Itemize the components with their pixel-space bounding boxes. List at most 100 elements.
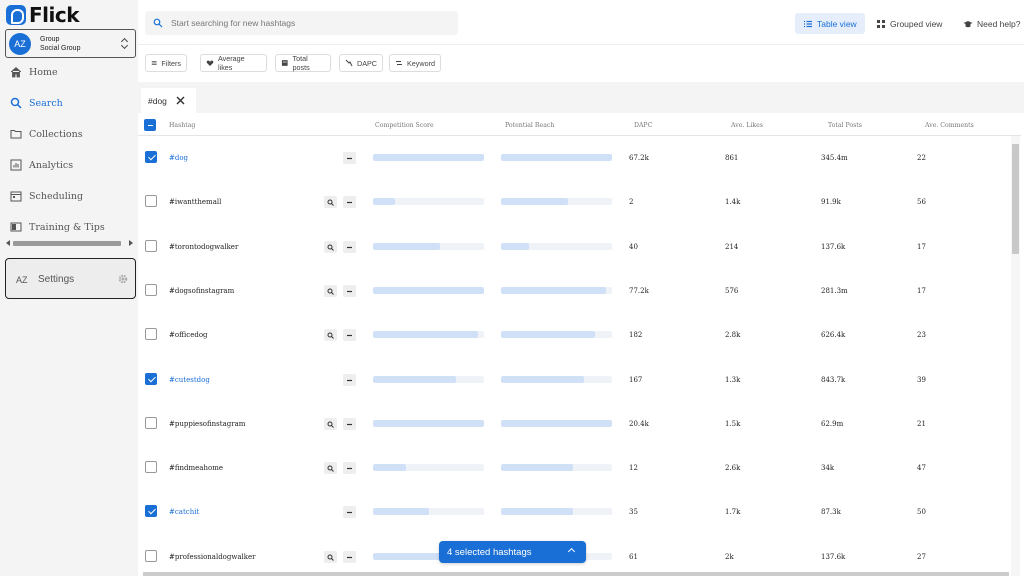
nav-collections[interactable]: Collections <box>0 122 138 146</box>
dapc-filter[interactable]: DAPC <box>339 54 383 72</box>
group-name: Social Group <box>40 44 81 52</box>
need-help-button[interactable]: Need help? <box>963 13 1020 34</box>
row-checkbox[interactable] <box>145 416 157 429</box>
nav-analytics[interactable]: Analytics <box>0 153 138 177</box>
table-row[interactable]: #officedog 182 2.8k 626.4k 23 <box>138 313 1011 357</box>
table-header: Hashtag Competition Score Potential Reac… <box>138 115 1021 136</box>
row-search-button[interactable] <box>324 329 337 342</box>
filter-label: Total posts <box>292 54 310 72</box>
hashtag-cell[interactable]: #dog <box>169 154 188 162</box>
selected-hashtags-button[interactable]: 4 selected hashtags <box>439 541 586 563</box>
row-checkbox[interactable] <box>145 461 157 474</box>
logo[interactable]: Flick <box>6 3 80 27</box>
col-competition-score[interactable]: Competition Score <box>375 122 434 129</box>
table-row[interactable]: #torontodogwalker 40 214 137.6k 17 <box>138 225 1011 269</box>
competition-score-bar-fill <box>373 331 479 339</box>
hashtag-cell[interactable]: #cutestdog <box>169 376 210 384</box>
hashtag-cell[interactable]: #findmeahome <box>169 464 223 472</box>
group-label: Group <box>40 35 60 43</box>
col-hashtag[interactable]: Hashtag <box>169 122 195 129</box>
col-ave-comments[interactable]: Ave. Comments <box>925 122 974 129</box>
ave-likes-cell: 1.5k <box>725 419 741 428</box>
row-more-button[interactable] <box>343 417 356 430</box>
row-checkbox[interactable] <box>145 505 157 518</box>
row-search-button[interactable] <box>324 417 337 430</box>
row-checkbox[interactable] <box>145 328 157 341</box>
row-more-button[interactable] <box>343 373 356 386</box>
row-more-button[interactable] <box>343 462 356 475</box>
search-icon <box>327 288 334 295</box>
hashtag-cell[interactable]: #officedog <box>169 331 208 339</box>
table-row[interactable]: #iwantthemall 2 1.4k 91.9k 56 <box>138 180 1011 224</box>
table-view-button[interactable]: Table view <box>795 13 865 34</box>
row-more-button[interactable] <box>343 152 356 164</box>
select-all-checkbox[interactable] <box>144 119 156 131</box>
row-more-button[interactable] <box>343 196 356 209</box>
search-icon <box>327 199 334 207</box>
potential-reach-bar <box>501 508 612 516</box>
potential-reach-bar-fill <box>501 286 607 294</box>
table-row[interactable]: #cutestdog 167 1.3k 843.7k 39 <box>138 358 1011 402</box>
grid-icon <box>877 19 885 28</box>
row-checkbox[interactable] <box>145 283 157 296</box>
col-dapc[interactable]: DAPC <box>634 122 652 129</box>
nav-training[interactable]: Training & Tips <box>0 215 138 239</box>
posts-icon <box>281 60 288 66</box>
row-more-button[interactable] <box>343 329 356 342</box>
col-potential-reach[interactable]: Potential Reach <box>505 122 554 129</box>
dapc-cell: 20.4k <box>629 419 649 428</box>
row-more-button[interactable] <box>343 550 356 563</box>
row-search-button[interactable] <box>324 196 337 209</box>
hashtag-cell[interactable]: #puppiesofinstagram <box>169 420 245 428</box>
scrollbar-thumb[interactable] <box>1012 144 1019 254</box>
hashtag-chip[interactable]: #dog <box>141 88 196 113</box>
settings-button[interactable]: AZ Settings <box>5 258 136 299</box>
hashtag-cell[interactable]: #catchit <box>169 508 199 516</box>
scroll-left-arrow-icon[interactable] <box>6 240 10 246</box>
table-horizontal-scrollbar[interactable] <box>143 572 1009 576</box>
row-checkbox[interactable] <box>145 549 157 562</box>
hashtag-cell[interactable]: #professionaldogwalker <box>169 553 256 561</box>
table-row[interactable]: #findmeahome 12 2.6k 34k 47 <box>138 446 1011 490</box>
ave-likes-cell: 861 <box>725 154 739 162</box>
col-ave-likes[interactable]: Ave. Likes <box>731 122 763 129</box>
row-checkbox[interactable] <box>145 195 157 208</box>
row-search-button[interactable] <box>324 550 337 563</box>
group-switcher[interactable]: AZ Group Social Group <box>5 29 136 58</box>
scrollbar-thumb[interactable] <box>13 241 121 246</box>
col-total-posts[interactable]: Total Posts <box>828 122 862 129</box>
row-checkbox[interactable] <box>145 151 157 163</box>
close-icon[interactable] <box>175 95 186 106</box>
table-row[interactable]: #dog 67.2k 861 345.4m 22 <box>138 136 1011 180</box>
scroll-right-arrow-icon[interactable] <box>129 240 133 246</box>
keyword-filter[interactable]: Keyword <box>389 54 441 72</box>
table-row[interactable]: #catchit 35 1.7k 87.3k 50 <box>138 490 1011 534</box>
hashtag-cell[interactable]: #iwantthemall <box>169 198 221 206</box>
row-search-button[interactable] <box>324 240 337 253</box>
table-row[interactable]: #dogsofinstagram 77.2k 576 281.3m 17 <box>138 269 1011 313</box>
competition-score-bar <box>373 154 484 161</box>
row-checkbox[interactable] <box>145 372 157 385</box>
nav-scheduling[interactable]: Scheduling <box>0 184 138 208</box>
row-more-button[interactable] <box>343 240 356 253</box>
nav-home[interactable]: Home <box>0 60 138 84</box>
table-vertical-scrollbar[interactable] <box>1011 136 1020 576</box>
row-search-button[interactable] <box>324 284 337 297</box>
sidebar-horizontal-scrollbar[interactable] <box>5 239 135 247</box>
table-row[interactable]: #puppiesofinstagram 20.4k 1.5k 62.9m 21 <box>138 402 1011 446</box>
selected-count-label: 4 selected hashtags <box>447 546 532 558</box>
row-checkbox[interactable] <box>145 239 157 252</box>
hashtag-cell[interactable]: #dogsofinstagram <box>169 287 234 295</box>
total-posts-cell: 34k <box>821 464 835 473</box>
search-input[interactable] <box>171 15 451 31</box>
hashtag-cell[interactable]: #torontodogwalker <box>169 243 238 251</box>
row-search-button[interactable] <box>324 462 337 475</box>
row-more-button[interactable] <box>343 506 356 519</box>
average-likes-filter[interactable]: Average likes <box>200 54 267 72</box>
nav-search[interactable]: Search <box>0 91 138 115</box>
filters-button[interactable]: Filters <box>145 54 187 72</box>
grouped-view-button[interactable]: Grouped view <box>876 13 942 34</box>
row-more-button[interactable] <box>343 284 356 297</box>
potential-reach-bar <box>501 242 612 250</box>
total-posts-filter[interactable]: Total posts <box>275 54 331 72</box>
